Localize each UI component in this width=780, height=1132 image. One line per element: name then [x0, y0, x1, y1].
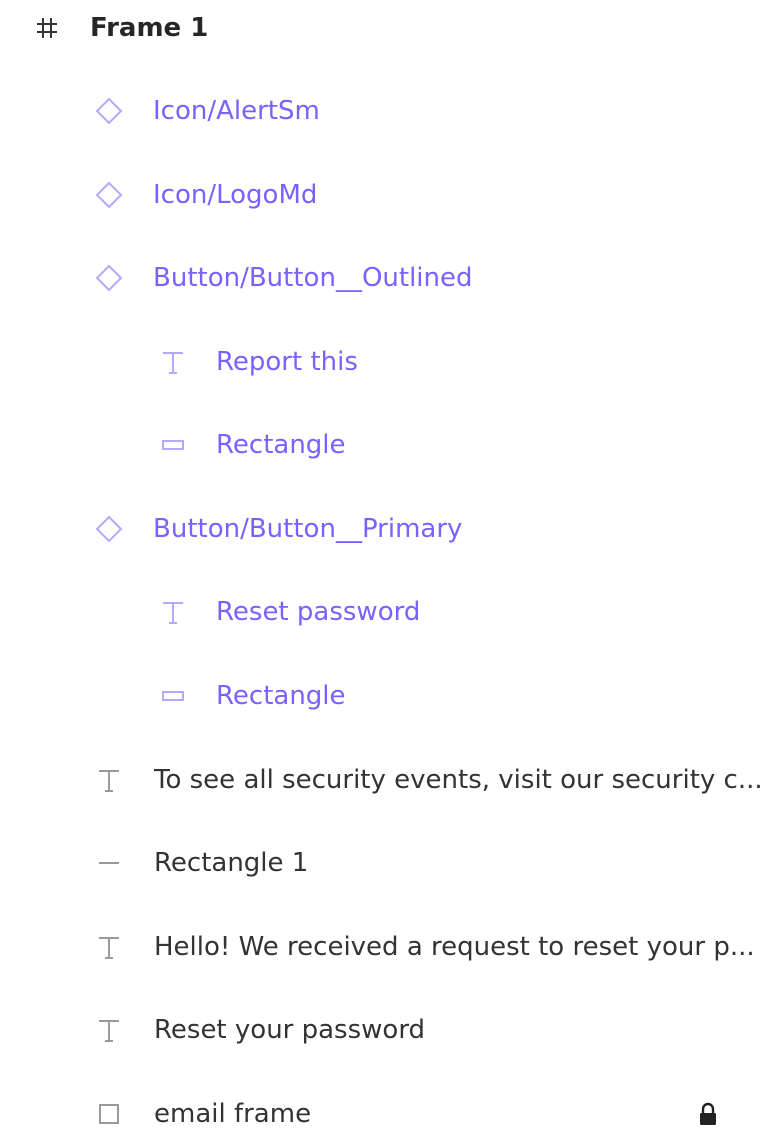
text-icon [94, 1015, 124, 1045]
lock-icon[interactable] [696, 1099, 720, 1129]
layer-label: Rectangle [216, 681, 346, 711]
text-icon [158, 347, 188, 377]
layer-row-email-frame[interactable]: email frame [0, 1072, 780, 1132]
layer-label: Report this [216, 347, 358, 377]
layer-row-button-outlined[interactable]: Button/Button__Outlined [0, 236, 780, 320]
text-icon [94, 932, 124, 962]
layer-label: Icon/LogoMd [153, 180, 318, 210]
layer-row-hello-text[interactable]: Hello! We received a request to reset yo… [0, 905, 780, 989]
layers-panel: Frame 1 Icon/AlertSm Icon/LogoMd Button/… [0, 0, 780, 1132]
frame-square-icon [94, 1099, 124, 1129]
component-instance-icon [94, 96, 124, 126]
layer-label: Reset your password [154, 1015, 426, 1045]
layer-label: Rectangle 1 [154, 848, 309, 878]
layer-row-icon-alertsm[interactable]: Icon/AlertSm [0, 69, 780, 153]
component-instance-icon [94, 514, 124, 544]
layer-row-button-primary[interactable]: Button/Button__Primary [0, 487, 780, 571]
layer-label: Button/Button__Outlined [153, 263, 473, 293]
layer-row-report-this[interactable]: Report this [0, 320, 780, 404]
layer-row-rectangle[interactable]: Rectangle [0, 403, 780, 487]
layer-row-reset-your-password[interactable]: Reset your password [0, 988, 780, 1072]
layer-label: Hello! We received a request to reset yo… [154, 932, 755, 962]
component-instance-icon [94, 263, 124, 293]
layer-row-reset-password[interactable]: Reset password [0, 570, 780, 654]
layer-label: Rectangle [216, 430, 346, 460]
layer-label: Icon/AlertSm [153, 96, 320, 126]
component-instance-icon [94, 180, 124, 210]
rectangle-icon [158, 681, 188, 711]
rectangle-icon [158, 430, 188, 460]
layer-row-security-text[interactable]: To see all security events, visit our se… [0, 738, 780, 822]
text-icon [158, 597, 188, 627]
layer-row-rectangle-2[interactable]: Rectangle [0, 654, 780, 738]
layer-label: To see all security events, visit our se… [154, 765, 763, 795]
layer-label: Button/Button__Primary [153, 514, 463, 544]
layer-label: Frame 1 [90, 13, 209, 43]
frame-hash-icon [32, 13, 62, 43]
layer-row-rectangle-1[interactable]: Rectangle 1 [0, 821, 780, 905]
layer-label: email frame [154, 1099, 312, 1129]
text-icon [94, 765, 124, 795]
layer-row-icon-logomd[interactable]: Icon/LogoMd [0, 153, 780, 237]
layer-row-frame-1[interactable]: Frame 1 [0, 0, 780, 70]
line-icon [94, 848, 124, 878]
layer-label: Reset password [216, 597, 421, 627]
